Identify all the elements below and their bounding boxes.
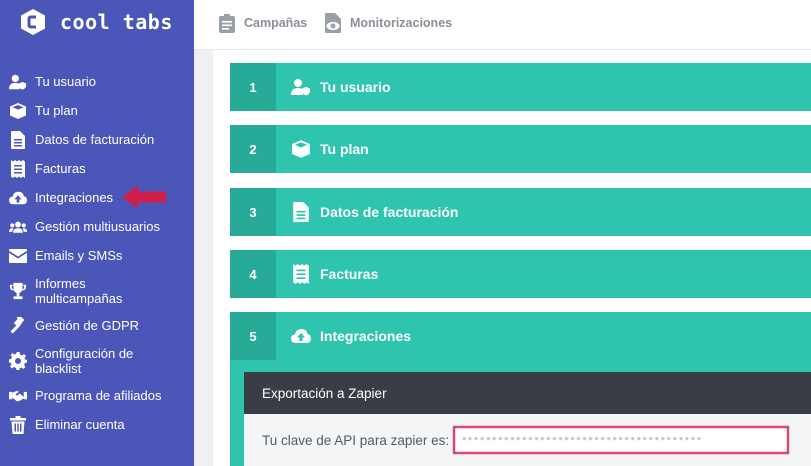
cog-icon <box>8 351 28 370</box>
sidebar: cool tabs Tu usuario Tu plan Datos de fa… <box>0 0 194 466</box>
brand-name: cool tabs <box>60 10 173 34</box>
monitor-eye-icon <box>325 13 341 33</box>
sidebar-item-tu-usuario[interactable]: Tu usuario <box>0 67 194 96</box>
accordion-title: Tu usuario <box>320 79 391 95</box>
user-shield-icon <box>8 73 28 91</box>
sidebar-item-programa-afiliados[interactable]: Programa de afiliados <box>0 381 194 410</box>
sidebar-item-gestion-multiusuarios[interactable]: Gestión multiusuarios <box>0 212 194 241</box>
cube-icon <box>8 102 28 120</box>
accordion-integraciones-header[interactable]: 5 Integraciones <box>230 312 811 360</box>
topbar: Campañas Monitorizaciones <box>194 0 811 50</box>
cloud-upload-icon <box>8 189 28 207</box>
accordion-datos-facturacion[interactable]: 3 Datos de facturación <box>230 188 811 236</box>
sidebar-item-datos-facturacion[interactable]: Datos de facturación <box>0 125 194 154</box>
receipt-icon <box>290 264 312 284</box>
trophy-icon <box>8 282 28 300</box>
accordion-number: 5 <box>230 312 276 360</box>
clipboard-icon <box>219 14 235 33</box>
sidebar-item-label: Informes multicampañas <box>35 275 123 306</box>
user-shield-icon <box>290 77 312 97</box>
logo[interactable]: cool tabs <box>20 7 173 37</box>
sidebar-item-gestion-gdpr[interactable]: Gestión de GDPR <box>0 311 194 340</box>
sidebar-item-label: Tu plan <box>35 103 78 118</box>
tab-campanas[interactable]: Campañas <box>218 12 307 34</box>
sidebar-item-tu-plan[interactable]: Tu plan <box>0 96 194 125</box>
accordion-tu-plan[interactable]: 2 Tu plan <box>230 125 811 173</box>
tab-label: Campañas <box>244 16 308 30</box>
file-invoice-icon <box>290 202 312 222</box>
sidebar-item-label: Datos de facturación <box>35 132 155 147</box>
cooltabs-logo-icon <box>21 9 45 35</box>
trash-icon <box>8 415 28 434</box>
sidebar-item-label: Programa de afiliados <box>35 388 162 403</box>
cloud-upload-icon <box>290 326 312 346</box>
accordion-number: 3 <box>230 188 276 236</box>
sidebar-item-label: Integraciones <box>35 190 114 205</box>
zapier-panel: Exportación a Zapier Tu clave de API par… <box>244 372 811 466</box>
api-key-label: Tu clave de API para zapier es: <box>262 432 450 448</box>
zapier-panel-title: Exportación a Zapier <box>244 372 811 414</box>
sidebar-item-label: Configuración de blacklist <box>35 345 134 376</box>
accordion-title: Facturas <box>320 266 379 282</box>
accordion-number: 1 <box>230 63 276 111</box>
sidebar-item-label: Gestión multiusuarios <box>35 219 160 234</box>
accordion-number: 4 <box>230 250 276 298</box>
receipt-icon <box>8 159 28 178</box>
accordion-title: Tu plan <box>320 141 369 157</box>
sidebar-item-informes-multicampanas[interactable]: Informes multicampañas <box>0 270 194 311</box>
sidebar-item-label: Facturas <box>35 161 86 176</box>
main-content: 1 Tu usuario 2 Tu plan 3 Datos de factur… <box>213 50 811 466</box>
tab-label: Monitorizaciones <box>350 16 453 30</box>
accordion-title: Integraciones <box>320 328 412 344</box>
zapier-panel-body: Tu clave de API para zapier es: ••••••••… <box>244 414 811 466</box>
cube-icon <box>290 139 312 159</box>
handshake-icon <box>8 387 28 405</box>
users-icon <box>8 218 28 236</box>
accordion-facturas[interactable]: 4 Facturas <box>230 250 811 298</box>
api-key-value[interactable]: •••••••••••••••••••••••••••••••••••••••• <box>453 426 790 454</box>
accordion-title: Datos de facturación <box>320 204 459 220</box>
sidebar-item-emails-sms[interactable]: Emails y SMSs <box>0 241 194 270</box>
annotation-arrow-icon <box>122 185 166 209</box>
sidebar-item-label: Eliminar cuenta <box>35 417 125 432</box>
sidebar-item-label: Gestión de GDPR <box>35 318 140 333</box>
sidebar-nav: Tu usuario Tu plan Datos de facturación … <box>0 67 194 439</box>
sidebar-item-facturas[interactable]: Facturas <box>0 154 194 183</box>
sidebar-item-label: Tu usuario <box>35 74 96 89</box>
accordion-integraciones: 5 Integraciones Exportación a Zapier Tu … <box>230 312 811 466</box>
sidebar-item-eliminar-cuenta[interactable]: Eliminar cuenta <box>0 410 194 439</box>
accordion-tu-usuario[interactable]: 1 Tu usuario <box>230 63 811 111</box>
sidebar-item-label: Emails y SMSs <box>35 248 123 263</box>
tab-monitorizaciones[interactable]: Monitorizaciones <box>324 12 452 34</box>
file-invoice-icon <box>8 130 28 149</box>
sidebar-item-configuracion-blacklist[interactable]: Configuración de blacklist <box>0 340 194 381</box>
envelope-icon <box>8 247 28 265</box>
accordion-number: 2 <box>230 125 276 173</box>
gavel-icon <box>8 316 28 335</box>
